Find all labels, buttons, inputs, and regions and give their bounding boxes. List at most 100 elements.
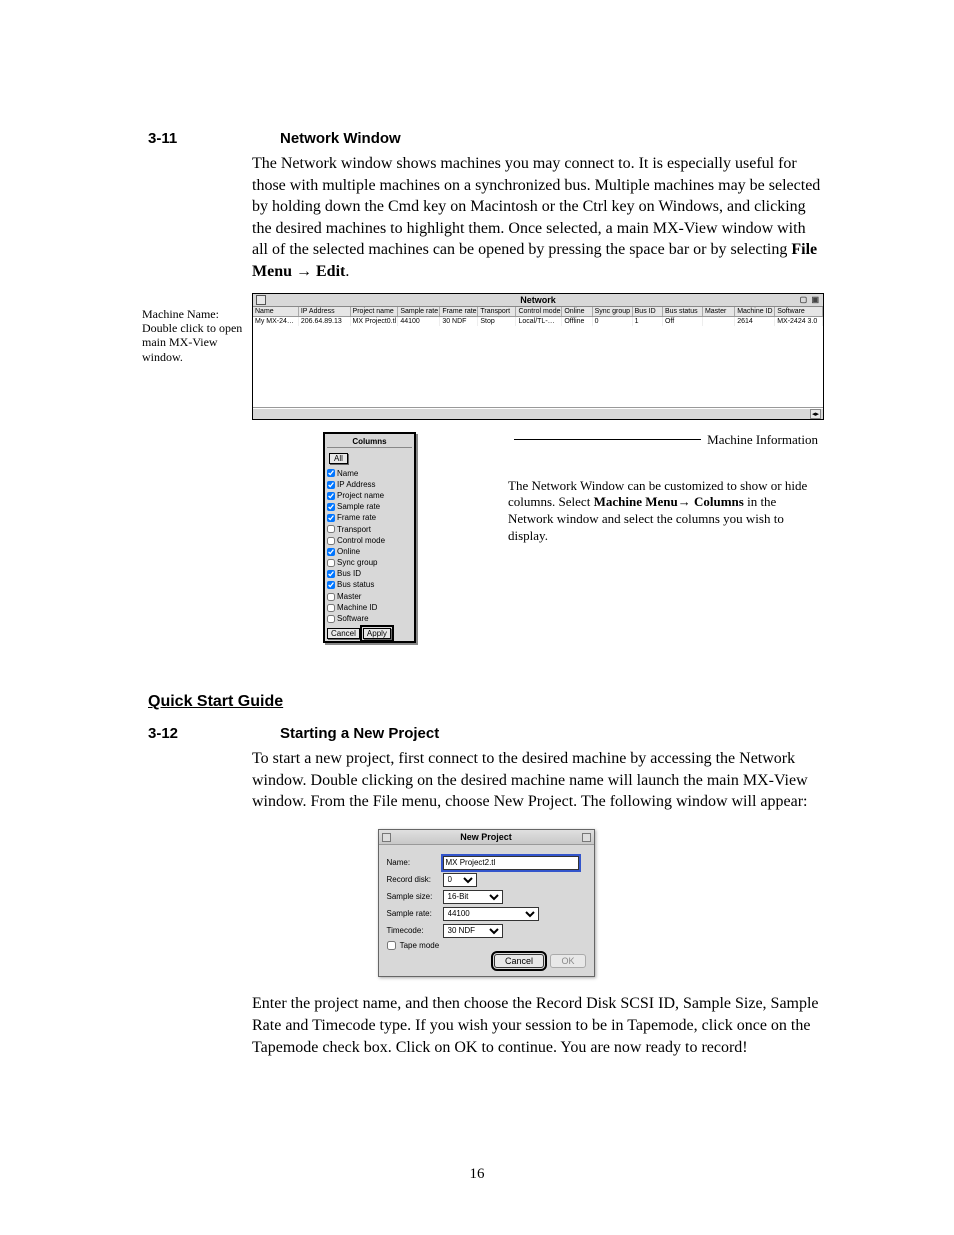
sample-size-label: Sample size: — [387, 892, 443, 901]
column-checkbox[interactable] — [327, 581, 335, 589]
timecode-select[interactable]: 30 NDF — [443, 924, 503, 938]
column-option[interactable]: Control mode — [327, 535, 412, 546]
section-number: 3-11 — [148, 130, 280, 147]
column-checkbox[interactable] — [327, 537, 335, 545]
lower-figures: Columns All NameIP AddressProject nameSa… — [323, 432, 824, 644]
network-figure: Machine Name: Double click to open main … — [142, 293, 824, 420]
columns-footer: Cancel Apply — [327, 628, 412, 639]
leader-line — [514, 439, 701, 440]
columns-dialog: Columns All NameIP AddressProject nameSa… — [323, 432, 416, 644]
new-project-dialog: New Project Name: Record disk: 0 Sample … — [378, 829, 595, 977]
all-button[interactable]: All — [329, 453, 348, 464]
column-option[interactable]: Bus ID — [327, 568, 412, 579]
col-header[interactable]: Frame rate — [440, 307, 478, 316]
cell: 1 — [633, 317, 663, 326]
column-option[interactable]: Bus status — [327, 579, 412, 590]
sample-size-select[interactable]: 16-Bit — [443, 890, 503, 904]
section-title: Network Window — [280, 130, 401, 147]
name-input[interactable] — [443, 856, 579, 870]
ok-button[interactable]: OK — [550, 954, 585, 968]
tape-mode-label: Tape mode — [400, 941, 440, 950]
column-checkbox[interactable] — [327, 615, 335, 623]
column-option[interactable]: IP Address — [327, 479, 412, 490]
record-disk-label: Record disk: — [387, 875, 443, 884]
col-header[interactable]: Transport — [478, 307, 516, 316]
quick-start-guide-heading: Quick Start Guide — [148, 693, 824, 711]
cell: Offline — [562, 317, 592, 326]
new-project-titlebar: New Project — [379, 830, 594, 845]
network-table-body: My MX-24… 206.64.89.13 MX Project0.tl 44… — [253, 317, 823, 408]
column-option[interactable]: Master — [327, 591, 412, 602]
section-3-12-body-a: To start a new project, first connect to… — [252, 748, 824, 813]
cell: MX Project0.tl — [351, 317, 399, 326]
cell: 44100 — [398, 317, 440, 326]
column-checkbox[interactable] — [327, 604, 335, 612]
document-page: 3-11 Network Window The Network window s… — [0, 0, 954, 1235]
cell: 2614 — [735, 317, 775, 326]
machine-info-block: Machine Information The Network Window c… — [508, 432, 818, 644]
column-checkbox[interactable] — [327, 548, 335, 556]
col-header[interactable]: Bus status — [663, 307, 703, 316]
section-3-12-body-b: Enter the project name, and then choose … — [252, 993, 824, 1058]
column-checkbox[interactable] — [327, 570, 335, 578]
cell: 30 NDF — [440, 317, 478, 326]
column-option[interactable]: Name — [327, 468, 412, 479]
column-option[interactable]: Online — [327, 546, 412, 557]
column-option[interactable]: Frame rate — [327, 512, 412, 523]
section-3-11-header: 3-11 Network Window — [148, 130, 824, 147]
cell: MX-2424 3.0 — [775, 317, 823, 326]
network-window: Network ▢ ▣ Name IP Address Project name… — [252, 293, 824, 420]
col-header[interactable]: Bus ID — [633, 307, 663, 316]
tape-mode-checkbox[interactable] — [387, 941, 396, 950]
apply-button[interactable]: Apply — [363, 628, 391, 639]
cancel-button[interactable]: Cancel — [494, 954, 544, 968]
sample-rate-select[interactable]: 44100 — [443, 907, 539, 921]
column-checkbox[interactable] — [327, 593, 335, 601]
columns-bold: Columns — [691, 494, 744, 509]
col-header[interactable]: Master — [703, 307, 735, 316]
column-option[interactable]: Project name — [327, 490, 412, 501]
section-3-12-header: 3-12 Starting a New Project — [148, 725, 824, 742]
column-option[interactable]: Transport — [327, 524, 412, 535]
col-header[interactable]: Sync group — [593, 307, 633, 316]
col-header[interactable]: Name — [253, 307, 299, 316]
cell: Off — [663, 317, 703, 326]
cell: 206.64.89.13 — [299, 317, 351, 326]
cancel-button[interactable]: Cancel — [327, 628, 360, 639]
col-header[interactable]: Online — [562, 307, 592, 316]
column-option[interactable]: Machine ID — [327, 602, 412, 613]
close-icon[interactable] — [256, 295, 266, 305]
section-number: 3-12 — [148, 725, 280, 742]
column-checkbox[interactable] — [327, 559, 335, 567]
column-checkbox[interactable] — [327, 514, 335, 522]
col-header[interactable]: Software — [775, 307, 823, 316]
col-header[interactable]: Machine ID — [735, 307, 775, 316]
name-label: Name: — [387, 858, 443, 867]
table-row[interactable]: My MX-24… 206.64.89.13 MX Project0.tl 44… — [253, 317, 823, 326]
machine-menu-bold: Machine Menu — [594, 494, 678, 509]
column-checkbox[interactable] — [327, 469, 335, 477]
column-option[interactable]: Software — [327, 613, 412, 624]
cell — [703, 317, 735, 326]
column-option[interactable]: Sample rate — [327, 501, 412, 512]
columns-title: Columns — [327, 436, 412, 448]
col-header[interactable]: Project name — [351, 307, 399, 316]
window-title: Network — [520, 295, 556, 305]
column-checkbox[interactable] — [327, 503, 335, 511]
annot-line: main MX-View window. — [142, 335, 252, 364]
column-checkbox[interactable] — [327, 481, 335, 489]
column-checkbox[interactable] — [327, 525, 335, 533]
window-controls-icon[interactable]: ▢ ▣ — [800, 295, 820, 304]
column-checkbox[interactable] — [327, 492, 335, 500]
col-header[interactable]: IP Address — [299, 307, 351, 316]
scroll-arrows-icon[interactable]: ◂▸ — [810, 409, 821, 419]
body-text: The Network window shows machines you ma… — [252, 155, 820, 258]
machine-name-annotation: Machine Name: Double click to open main … — [142, 293, 252, 420]
record-disk-select[interactable]: 0 — [443, 873, 477, 887]
machine-info-title: Machine Information — [707, 432, 818, 448]
col-header[interactable]: Sample rate — [398, 307, 440, 316]
machine-info-body: The Network Window can be customized to … — [508, 478, 818, 546]
cell: Stop — [478, 317, 516, 326]
column-option[interactable]: Sync group — [327, 557, 412, 568]
col-header[interactable]: Control mode — [516, 307, 562, 316]
